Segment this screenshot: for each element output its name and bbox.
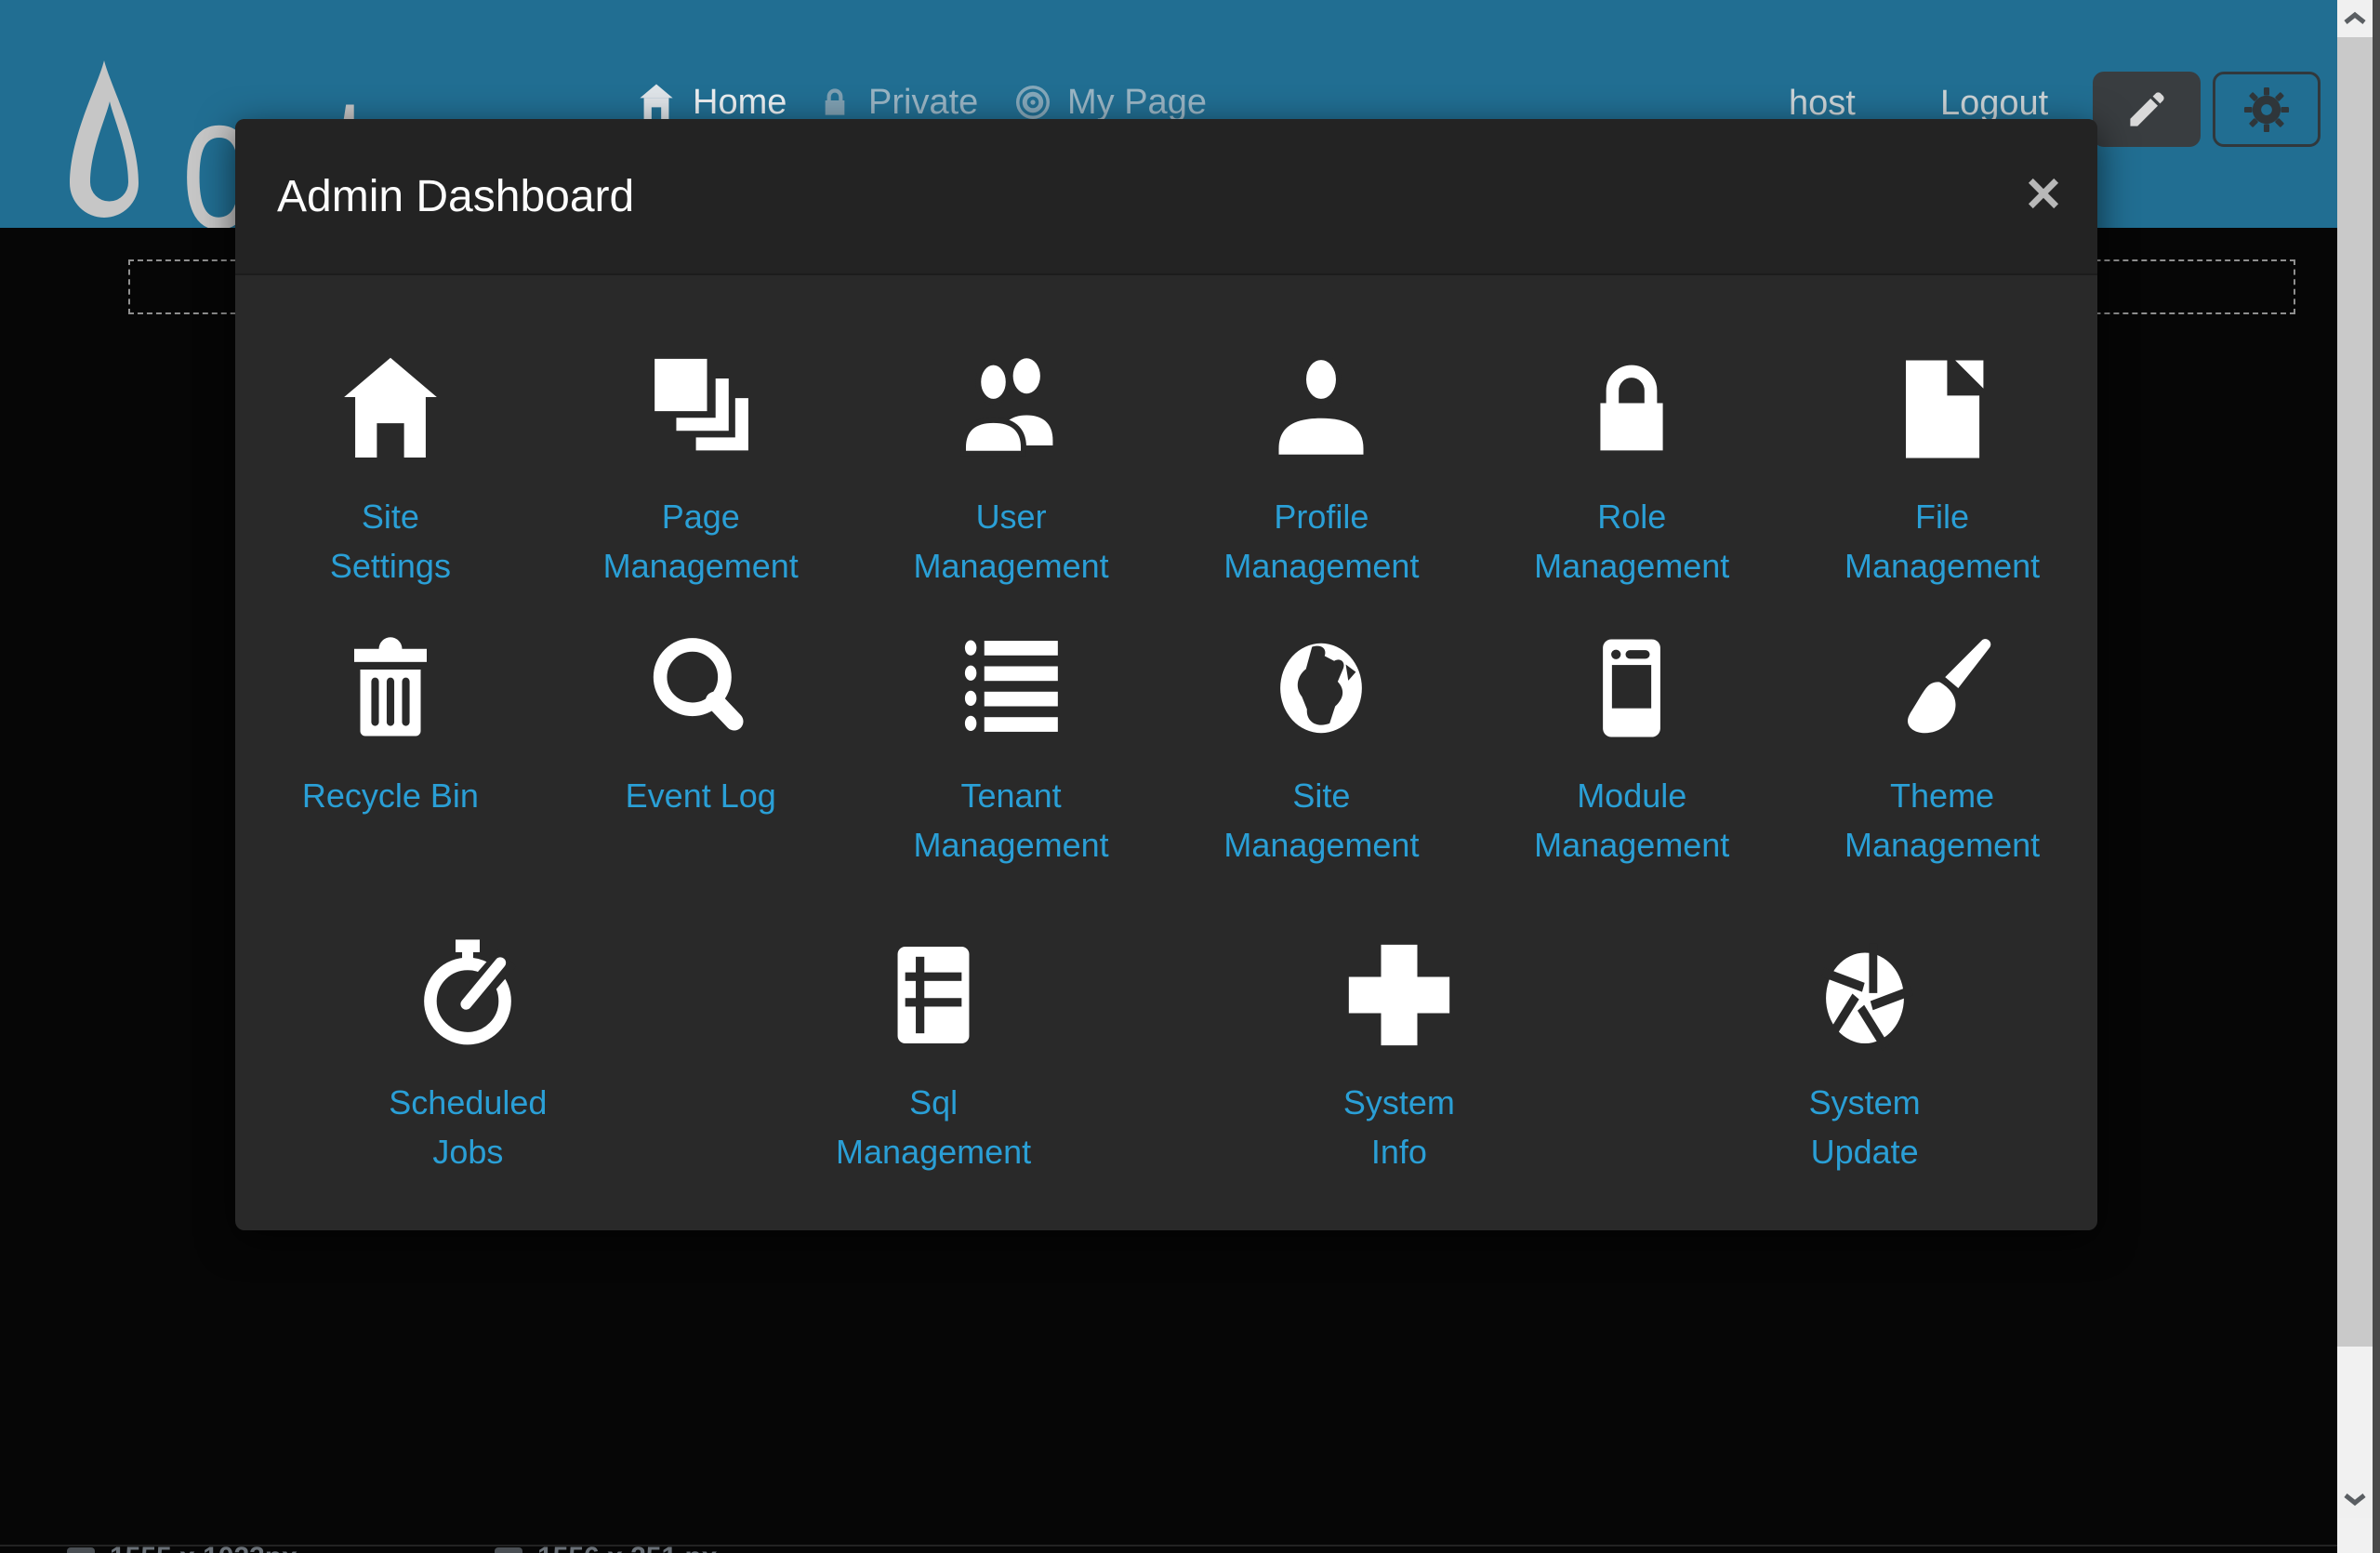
- clipped-tooltip-text: 1556 x 251 px: [537, 1542, 718, 1553]
- tile-label: RoleManagement: [1534, 492, 1729, 591]
- lock-icon: [816, 84, 853, 121]
- globe-icon: [1261, 628, 1382, 749]
- tile-recycle-bin[interactable]: Recycle Bin: [235, 628, 546, 869]
- screen: oqtane Home Private: [0, 0, 2380, 1553]
- aperture-icon: [1805, 935, 1925, 1055]
- browser-icon: [1571, 628, 1692, 749]
- tile-tenant-management[interactable]: TenantManagement: [856, 628, 1167, 869]
- tile-row: Recycle Bin Event Log: [235, 628, 2097, 869]
- admin-dashboard-modal: Admin Dashboard SiteSettings: [235, 119, 2097, 1230]
- tile-label: SystemInfo: [1343, 1078, 1455, 1176]
- nav-item-label: Home: [693, 83, 787, 123]
- lock-icon: [1571, 349, 1692, 470]
- chevron-up-icon: [2343, 11, 2367, 26]
- tile-site-settings[interactable]: SiteSettings: [235, 349, 546, 591]
- people-icon: [951, 349, 1072, 470]
- brush-icon: [1882, 628, 2003, 749]
- username-link[interactable]: host: [1789, 84, 1856, 124]
- clipped-icon: [495, 1547, 522, 1553]
- magnifier-icon: [641, 628, 761, 749]
- nav-item-label: Private: [868, 83, 978, 123]
- tile-label: Event Log: [626, 771, 776, 820]
- tile-row: ScheduledJobs SqlManagement: [235, 935, 2097, 1176]
- scrollbar-thumb[interactable]: [2337, 37, 2373, 1347]
- tile-label: Recycle Bin: [302, 771, 479, 820]
- tile-profile-management[interactable]: ProfileManagement: [1166, 349, 1476, 591]
- tile-system-info[interactable]: SystemInfo: [1167, 935, 1633, 1176]
- tile-file-management[interactable]: FileManagement: [1787, 349, 2097, 591]
- modal-title: Admin Dashboard: [277, 171, 634, 222]
- modal-close-button[interactable]: [2016, 166, 2071, 221]
- tile-label: SiteManagement: [1223, 771, 1419, 869]
- tile-label: TenantManagement: [914, 771, 1109, 869]
- gear-icon: [2242, 86, 2291, 134]
- tile-scheduled-jobs[interactable]: ScheduledJobs: [235, 935, 701, 1176]
- tile-page-management[interactable]: PageManagement: [546, 349, 856, 591]
- nav-item-label: My Page: [1067, 83, 1207, 123]
- scrollbar-down-button[interactable]: [2337, 1480, 2373, 1518]
- tile-label: ProfileManagement: [1223, 492, 1419, 591]
- tile-site-management[interactable]: SiteManagement: [1166, 628, 1476, 869]
- spreadsheet-icon: [873, 935, 994, 1055]
- file-icon: [1882, 349, 2003, 470]
- window-edge-strip: [2373, 0, 2380, 1553]
- tile-sql-management[interactable]: SqlManagement: [701, 935, 1167, 1176]
- modal-header: Admin Dashboard: [235, 119, 2097, 275]
- home-icon: [330, 349, 451, 470]
- home-icon: [635, 81, 678, 124]
- tile-label: PageManagement: [603, 492, 799, 591]
- tile-row: SiteSettings PageManagement: [235, 349, 2097, 591]
- tile-module-management[interactable]: ModuleManagement: [1476, 628, 1787, 869]
- list-icon: [951, 628, 1072, 749]
- person-icon: [1261, 349, 1382, 470]
- medical-cross-icon: [1339, 935, 1460, 1055]
- chevron-down-icon: [2343, 1492, 2367, 1507]
- trash-icon: [330, 628, 451, 749]
- tile-system-update[interactable]: SystemUpdate: [1632, 935, 2097, 1176]
- pencil-icon: [2124, 87, 2169, 132]
- tile-label: UserManagement: [914, 492, 1109, 591]
- tile-label: SystemUpdate: [1809, 1078, 1921, 1176]
- tile-event-log[interactable]: Event Log: [546, 628, 856, 869]
- scrollbar-up-button[interactable]: [2337, 0, 2373, 37]
- tile-user-management[interactable]: UserManagement: [856, 349, 1167, 591]
- clipped-tooltip-text: 1555 x 1023px: [110, 1542, 298, 1553]
- tile-role-management[interactable]: RoleManagement: [1476, 349, 1787, 591]
- edit-mode-button[interactable]: [2093, 72, 2201, 147]
- vertical-scrollbar[interactable]: [2337, 0, 2373, 1553]
- layers-icon: [641, 349, 761, 470]
- close-icon: [2024, 174, 2063, 213]
- timer-icon: [407, 935, 528, 1055]
- target-icon: [1013, 83, 1052, 122]
- tile-label: ModuleManagement: [1534, 771, 1729, 869]
- tile-theme-management[interactable]: ThemeManagement: [1787, 628, 2097, 869]
- clipped-icon: [67, 1547, 95, 1553]
- tile-label: ThemeManagement: [1844, 771, 2040, 869]
- tile-label: SiteSettings: [330, 492, 451, 591]
- tile-label: ScheduledJobs: [389, 1078, 547, 1176]
- settings-button[interactable]: [2213, 72, 2320, 147]
- tile-label: SqlManagement: [836, 1078, 1031, 1176]
- bottom-divider-line: [0, 1545, 2380, 1546]
- logout-link[interactable]: Logout: [1940, 84, 2048, 124]
- tile-label: FileManagement: [1844, 492, 2040, 591]
